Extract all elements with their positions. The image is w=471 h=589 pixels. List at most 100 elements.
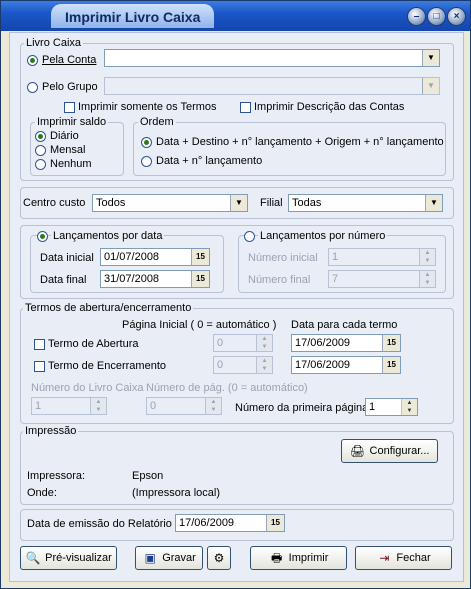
termos-label: Termos de abertura/encerramento [23,302,194,314]
filial-value: Todas [292,197,322,209]
calendar-icon[interactable]: 15 [191,249,209,265]
emissao-label: Data de emissão do Relatório [27,518,172,530]
gravar-label: Gravar [162,552,196,564]
calendar-icon[interactable]: 15 [382,357,400,373]
primeira-pagina-field[interactable]: 1 ▲ ▼ [365,398,418,416]
door-exit-icon: ⇥ [379,551,390,566]
centro-custo-label: Centro custo [23,197,86,209]
data-inicial-field[interactable]: 01/07/2008 15 [100,248,210,266]
numero-pag-label: Número de pág. (0 = automático) [146,382,308,394]
encerramento-data-value: 17/06/2009 [295,359,351,371]
centro-custo-combobox[interactable]: Todos ▼ [92,194,248,212]
numero-pag-value: 0 [150,400,157,412]
encerramento-pagina-field: 0 ▲ ▼ [213,356,273,374]
imprimir-button[interactable]: 🖶 Imprimir [250,546,347,570]
filial-label: Filial [260,197,283,209]
spin-buttons-icon: ▲ ▼ [256,357,272,373]
calendar-icon[interactable]: 15 [382,335,400,351]
imprimir-descricao-label[interactable]: Imprimir Descrição das Contas [254,100,404,114]
imprimir-descricao-checkbox[interactable] [240,102,251,113]
pela-conta-radio[interactable] [27,55,38,66]
imprimir-label: Imprimir [288,552,329,564]
window-title: Imprimir Livro Caixa [51,4,215,28]
calendar-icon[interactable]: 15 [191,271,209,287]
saldo-nenhum-label[interactable]: Nenhum [50,157,92,171]
saldo-nenhum-radio[interactable] [35,159,46,170]
primeira-pagina-label: Número da primeira página [235,402,369,414]
data-final-value: 31/07/2008 [104,273,160,285]
ordem-destino-origem-radio[interactable] [141,137,152,148]
restore-icon[interactable]: □ [427,7,446,26]
calendar-icon[interactable]: 15 [266,515,284,531]
chevron-down-icon: ▼ [422,78,439,94]
numero-inicial-label: Número inicial [248,252,318,264]
gravar-options-button[interactable]: ⚙ [207,546,231,570]
configurar-button[interactable]: 🖨 Configurar... [341,439,438,463]
termo-encerramento-checkbox[interactable] [34,361,45,372]
primeira-pagina-value: 1 [369,401,376,413]
lancamentos-data-label[interactable]: Lançamentos por data [51,230,165,242]
gravar-button[interactable]: ▣ Gravar [135,546,203,570]
pelo-grupo-combobox: ▼ [104,77,440,95]
lancamentos-numero-radio[interactable] [244,231,255,242]
printer-icon: 🖶 [270,551,283,566]
imprimir-saldo-label: Imprimir saldo [35,116,109,128]
fechar-button[interactable]: ⇥ Fechar [355,546,452,570]
magnifier-icon: 🔍 [25,551,41,566]
spin-buttons-icon: ▲ ▼ [419,271,435,287]
spin-buttons-icon[interactable]: ▲ ▼ [401,399,417,415]
termo-encerramento-label[interactable]: Termo de Encerramento [48,359,166,373]
data-final-label: Data final [40,274,87,286]
abertura-pagina-field: 0 ▲ ▼ [213,334,273,352]
previsualizar-button[interactable]: 🔍 Pré-visualizar [20,546,117,570]
emissao-value: 17/06/2009 [179,517,235,529]
termo-abertura-checkbox[interactable] [34,339,45,350]
imprimir-termos-checkbox[interactable] [64,102,75,113]
termo-abertura-label[interactable]: Termo de Abertura [48,337,139,351]
configurar-label: Configurar... [369,445,430,457]
numero-pag-field: 0 ▲ ▼ [146,397,222,415]
numero-inicial-value: 1 [332,251,339,263]
previsualizar-label: Pré-visualizar [45,552,112,564]
lancamentos-data-radio[interactable] [37,231,48,242]
saldo-mensal-radio[interactable] [35,145,46,156]
saldo-mensal-label[interactable]: Mensal [50,143,85,157]
ordem-numero-radio[interactable] [141,156,152,167]
pela-conta-label[interactable]: Pela Conta [42,53,96,67]
ordem-destino-origem-label[interactable]: Data + Destino + n° lançamento + Origem … [156,135,444,149]
printer-settings-icon: 🖨 [349,444,366,459]
pelo-grupo-radio[interactable] [27,82,38,93]
saldo-diario-radio[interactable] [35,131,46,142]
data-termo-label: Data para cada termo [291,319,398,331]
minimize-icon[interactable]: – [407,7,426,26]
spin-buttons-icon: ▲ ▼ [90,398,106,414]
fechar-label: Fechar [396,552,431,564]
data-final-field[interactable]: 31/07/2008 15 [100,270,210,288]
title-bar[interactable]: Imprimir Livro Caixa – □ × [1,1,470,31]
filial-combobox[interactable]: Todas ▼ [288,194,443,212]
chevron-down-icon[interactable]: ▼ [422,50,439,66]
impressora-value: Epson [132,470,164,482]
floppy-disk-icon: ▣ [144,551,156,566]
numero-livro-value: 1 [35,400,42,412]
pela-conta-combobox[interactable]: ▼ [104,49,440,67]
chevron-down-icon[interactable]: ▼ [230,195,247,211]
lancamentos-numero-label[interactable]: Lançamentos por número [258,230,388,242]
data-inicial-value: 01/07/2008 [104,251,160,263]
ordem-label: Ordem [138,116,176,128]
close-icon[interactable]: × [447,7,466,26]
encerramento-pagina-value: 0 [217,359,224,371]
abertura-data-field[interactable]: 17/06/2009 15 [291,334,401,352]
saldo-diario-label[interactable]: Diário [50,129,79,143]
emissao-field[interactable]: 17/06/2009 15 [175,514,285,532]
spin-buttons-icon: ▲ ▼ [419,249,435,265]
window: Imprimir Livro Caixa – □ × Livro Caixa P… [0,0,471,589]
ordem-numero-label[interactable]: Data + n° lançamento [156,154,262,168]
form-area: Livro Caixa Pela Conta ▼ Pelo Grupo ▼ Im… [9,32,464,582]
imprimir-termos-label[interactable]: Imprimir somente os Termos [78,100,217,114]
impressao-label: Impressão [23,425,79,437]
encerramento-data-field[interactable]: 17/06/2009 15 [291,356,401,374]
chevron-down-icon[interactable]: ▼ [425,195,442,211]
numero-final-field: 7 ▲ ▼ [328,270,436,288]
pelo-grupo-label[interactable]: Pelo Grupo [42,80,98,94]
